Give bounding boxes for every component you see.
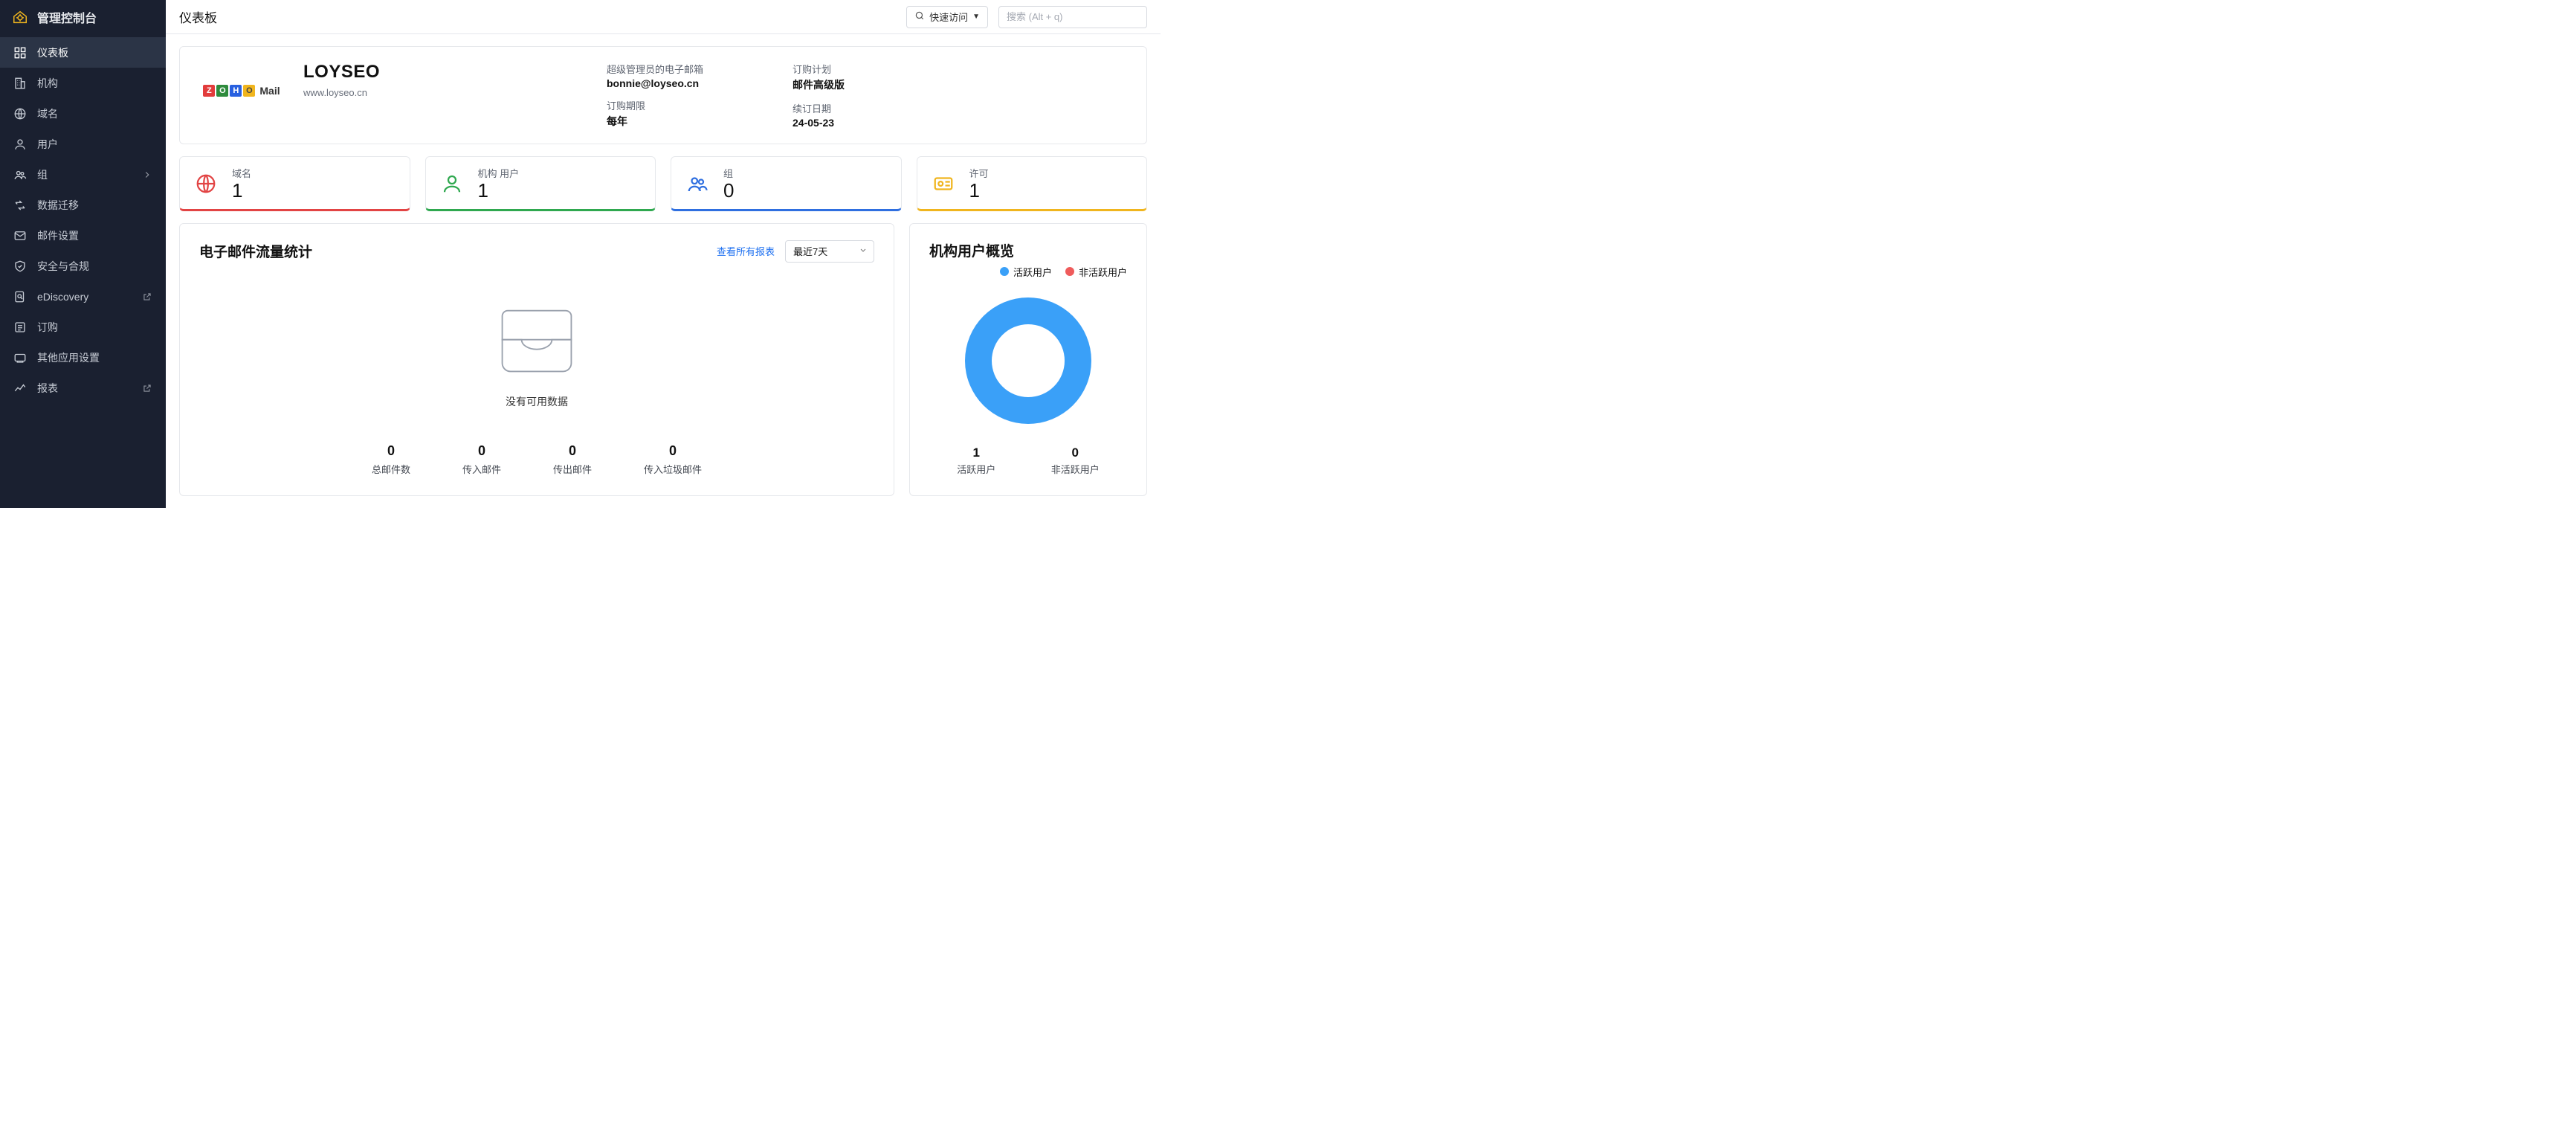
user-overview-panel: 机构用户概览 活跃用户 非活跃用户 1 (909, 223, 1147, 496)
globe-icon (193, 171, 219, 196)
donut-chart (929, 282, 1127, 440)
ediscovery-icon (13, 290, 27, 303)
stat-licenses[interactable]: 许可 1 (917, 156, 1148, 211)
license-icon (931, 171, 956, 196)
sidebar-item-organization[interactable]: 机构 (0, 68, 166, 98)
pie-slice-icon (1065, 267, 1074, 276)
group-icon (13, 168, 27, 181)
sidebar-item-label: 安全与合规 (37, 259, 89, 274)
email-traffic-panel: 电子邮件流量统计 查看所有报表 最近7天 (179, 223, 894, 496)
external-icon (142, 383, 152, 393)
sidebar-item-label: 仪表板 (37, 45, 68, 60)
estat-outgoing: 0 传出邮件 (553, 443, 592, 476)
org-name: LOYSEO (303, 62, 452, 83)
page-title: 仪表板 (179, 7, 217, 26)
app-title: 管理控制台 (37, 8, 97, 26)
view-all-reports-link[interactable]: 查看所有报表 (717, 244, 775, 258)
org-info: LOYSEO www.loyseo.cn (303, 62, 452, 98)
group-icon (685, 171, 710, 196)
building-icon (13, 77, 27, 90)
sidebar-nav: 仪表板 机构 域名 用户 组 (0, 34, 166, 403)
sidebar-item-other-apps[interactable]: 其他应用设置 (0, 342, 166, 373)
user-icon (439, 171, 465, 196)
topbar: 仪表板 快速访问 ▼ (166, 0, 1161, 34)
org-summary-card: Z O H O Mail LOYSEO www.loyseo.cn 超级管理员的… (179, 46, 1147, 144)
apps-icon (13, 351, 27, 364)
sidebar-item-mail-settings[interactable]: 邮件设置 (0, 220, 166, 251)
subscription-icon (13, 321, 27, 334)
sidebar-item-label: 其他应用设置 (37, 350, 100, 365)
active-users-total: 1 活跃用户 (957, 445, 995, 476)
sidebar-item-label: eDiscovery (37, 291, 88, 303)
main: 仪表板 快速访问 ▼ Z O H O Mail LOYSEO (166, 0, 1161, 508)
stat-users[interactable]: 机构 用户 1 (425, 156, 656, 211)
migration-icon (13, 199, 27, 212)
estat-spam: 0 传入垃圾邮件 (644, 443, 702, 476)
sidebar-item-label: 组 (37, 167, 48, 182)
sidebar-item-reports[interactable]: 报表 (0, 373, 166, 403)
zoho-mail-logo: Z O H O Mail (203, 85, 280, 97)
sidebar-item-label: 报表 (37, 381, 58, 396)
sidebar-item-label: 域名 (37, 106, 58, 121)
quick-access-dropdown[interactable]: 快速访问 ▼ (906, 6, 988, 28)
admin-email-field: 超级管理员的电子邮箱 bonnie@loyseo.cn (607, 62, 703, 89)
sidebar-item-label: 邮件设置 (37, 228, 79, 243)
sub-period-field: 订购期限 每年 (607, 98, 703, 129)
sidebar: 管理控制台 仪表板 机构 域名 用户 (0, 0, 166, 508)
sidebar-item-migration[interactable]: 数据迁移 (0, 190, 166, 220)
plan-field: 订购计划 邮件高级版 (793, 62, 845, 92)
sidebar-header: 管理控制台 (0, 0, 166, 34)
stat-groups[interactable]: 组 0 (671, 156, 902, 211)
quick-access-label: 快速访问 (929, 10, 968, 24)
stats-row: 域名 1 机构 用户 1 组 0 (179, 156, 1147, 211)
search-input[interactable] (998, 6, 1147, 28)
dashboard-icon (13, 46, 27, 59)
external-icon (142, 292, 152, 302)
sidebar-item-label: 订购 (37, 320, 58, 335)
sidebar-item-security[interactable]: 安全与合规 (0, 251, 166, 281)
user-icon (13, 138, 27, 151)
content: Z O H O Mail LOYSEO www.loyseo.cn 超级管理员的… (166, 34, 1161, 508)
org-domain: www.loyseo.cn (303, 87, 452, 98)
chevron-right-icon (142, 170, 152, 180)
app-logo-icon (12, 9, 28, 25)
caret-down-icon: ▼ (972, 13, 980, 21)
stat-domain[interactable]: 域名 1 (179, 156, 410, 211)
reports-icon (13, 382, 27, 395)
estat-total: 0 总邮件数 (372, 443, 410, 476)
email-stats: 0 总邮件数 0 传入邮件 0 传出邮件 0 传入垃圾邮件 (199, 443, 874, 476)
sidebar-item-domains[interactable]: 域名 (0, 98, 166, 129)
org-logo: Z O H O Mail (201, 62, 283, 120)
sidebar-item-groups[interactable]: 组 (0, 159, 166, 190)
sidebar-item-label: 用户 (37, 137, 58, 152)
sidebar-item-label: 数据迁移 (37, 198, 79, 213)
panels-row: 电子邮件流量统计 查看所有报表 最近7天 (179, 223, 1147, 496)
sidebar-item-label: 机构 (37, 76, 58, 91)
sidebar-item-ediscovery[interactable]: eDiscovery (0, 281, 166, 312)
sidebar-item-users[interactable]: 用户 (0, 129, 166, 159)
empty-state: 没有可用数据 (199, 268, 874, 436)
legend-active: 活跃用户 (1000, 265, 1052, 279)
inactive-users-total: 0 非活跃用户 (1051, 445, 1100, 476)
shield-icon (13, 260, 27, 273)
empty-text: 没有可用数据 (506, 394, 568, 409)
renewal-field: 续订日期 24-05-23 (793, 101, 845, 129)
legend-inactive: 非活跃用户 (1065, 265, 1127, 279)
search-icon (914, 10, 925, 23)
range-select[interactable]: 最近7天 (785, 240, 874, 263)
estat-incoming: 0 传入邮件 (462, 443, 501, 476)
globe-icon (13, 107, 27, 120)
sidebar-item-subscription[interactable]: 订购 (0, 312, 166, 342)
panel-title: 机构用户概览 (929, 240, 1127, 260)
user-totals: 1 活跃用户 0 非活跃用户 (929, 445, 1127, 476)
chart-legend: 活跃用户 非活跃用户 (929, 265, 1127, 279)
mail-icon (13, 229, 27, 242)
panel-title: 电子邮件流量统计 (199, 241, 312, 261)
inbox-empty-icon (488, 295, 585, 384)
sidebar-item-dashboard[interactable]: 仪表板 (0, 37, 166, 68)
pie-slice-icon (1000, 267, 1009, 276)
donut-ring (965, 297, 1091, 424)
chevron-down-icon (859, 245, 868, 257)
